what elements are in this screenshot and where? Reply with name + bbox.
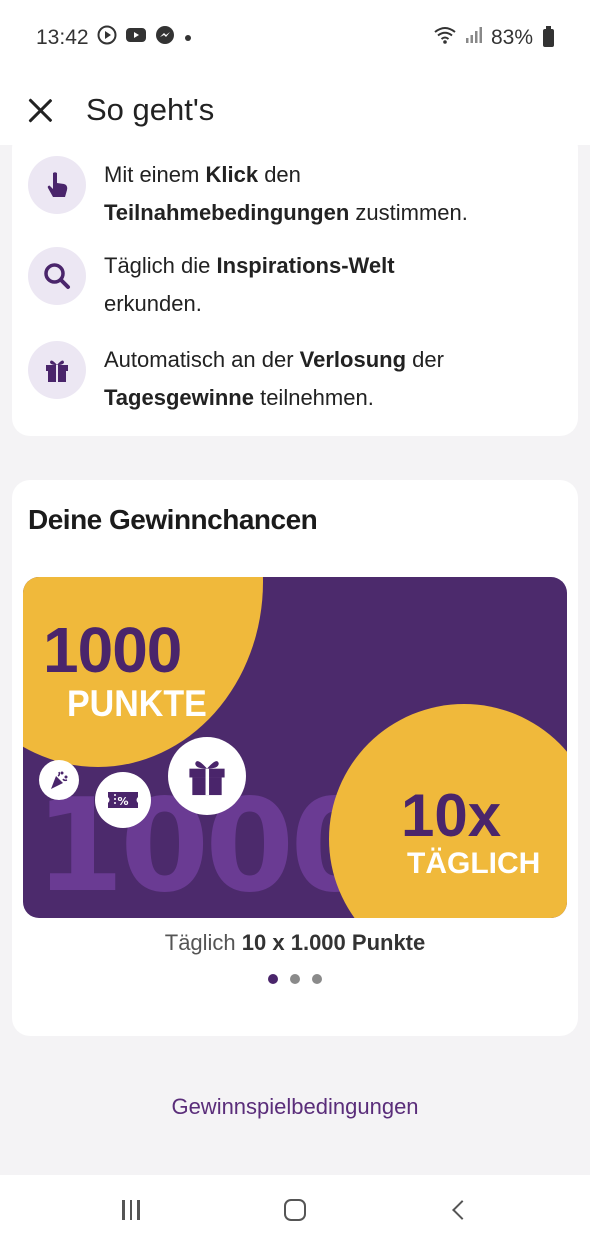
carousel-dot-active[interactable]	[268, 974, 278, 984]
caption-bold: 10 x 1.000 Punkte	[241, 930, 426, 955]
points-number: 1000	[43, 614, 182, 686]
play-icon	[97, 25, 117, 50]
points-label: PUNKTE	[67, 683, 207, 725]
carousel-dot[interactable]	[312, 974, 322, 984]
terms-link[interactable]: Gewinnspielbedingungen	[0, 1094, 590, 1120]
step-text-part: den	[258, 162, 301, 187]
win-chances-card: Deine Gewinnchancen 1000 1000 PUNKTE 10x…	[12, 480, 578, 1036]
battery-percent: 83%	[490, 25, 533, 49]
party-popper-icon	[39, 760, 79, 800]
prize-banner[interactable]: 1000 1000 PUNKTE 10x TÄGLICH %	[23, 577, 567, 918]
dot-icon	[183, 28, 193, 48]
step-text-part: zustimmen.	[349, 200, 468, 225]
step-text-bold: Inspirations-Welt	[216, 253, 395, 278]
battery-icon	[543, 25, 554, 47]
svg-text:%: %	[117, 795, 128, 808]
carousel-dot[interactable]	[290, 974, 300, 984]
gift-icon	[28, 341, 86, 399]
step-text-part: teilnehmen.	[253, 385, 374, 410]
status-time: 13:42	[36, 25, 89, 49]
system-nav-bar	[0, 1175, 590, 1245]
wifi-icon	[433, 25, 457, 50]
step-item: Automatisch an der Verlosung der Tagesge…	[28, 341, 554, 417]
step-text: Täglich die Inspirations-Welt erkunden.	[104, 247, 554, 323]
step-text-part: Täglich die	[104, 253, 217, 278]
coupon-percent-icon: %	[95, 772, 151, 828]
times-number: 10x	[401, 782, 502, 849]
close-icon[interactable]	[26, 96, 54, 124]
step-item: Täglich die Inspirations-Welt erkunden.	[28, 247, 554, 323]
step-text: Mit einem Klick den Teilnahmebedingungen…	[104, 156, 554, 232]
step-item: Mit einem Klick den Teilnahmebedingungen…	[28, 156, 554, 232]
back-icon[interactable]	[444, 1195, 474, 1225]
step-text: Automatisch an der Verlosung der Tagesge…	[104, 341, 554, 417]
prize-caption: Täglich 10 x 1.000 Punkte	[12, 930, 578, 956]
status-right: 83%	[433, 25, 554, 50]
step-text-bold: Tagesgewinne	[104, 385, 254, 410]
status-left: 13:42	[36, 25, 193, 50]
win-chances-title: Deine Gewinnchancen	[28, 504, 318, 535]
steps-card: Mit einem Klick den Teilnahmebedingungen…	[12, 130, 578, 436]
step-text-bold: Klick	[205, 162, 259, 187]
step-text-bold: Teilnahmebedingungen	[104, 200, 350, 225]
times-label: TÄGLICH	[407, 847, 541, 880]
caption-prefix: Täglich	[164, 930, 242, 955]
step-text-part: Automatisch an der	[104, 347, 300, 372]
step-text-part: Mit einem	[104, 162, 206, 187]
page-title: So geht's	[86, 92, 215, 127]
home-icon[interactable]	[280, 1195, 310, 1225]
signal-icon	[465, 26, 483, 49]
magnifier-icon	[28, 247, 86, 305]
step-text-bold: Verlosung	[299, 347, 407, 372]
pointer-hand-icon	[28, 156, 86, 214]
step-text-part: erkunden.	[104, 291, 202, 316]
gift-icon	[168, 737, 246, 815]
carousel-dots	[12, 974, 578, 984]
youtube-icon	[125, 26, 147, 49]
recents-icon[interactable]	[116, 1195, 146, 1225]
status-bar: 13:42 83%	[0, 0, 590, 75]
step-text-part: der	[406, 347, 444, 372]
messenger-icon	[155, 25, 175, 50]
